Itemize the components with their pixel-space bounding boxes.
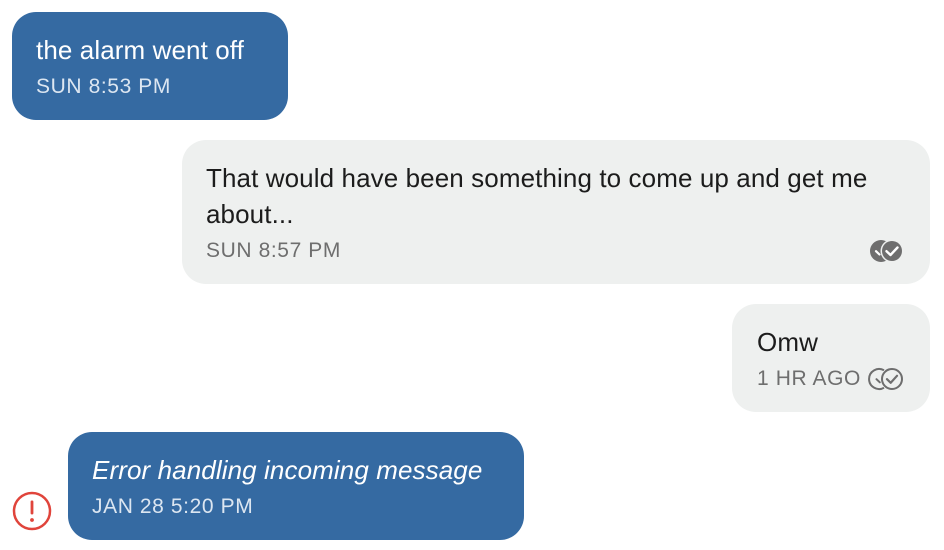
message-meta: SUN 8:57 PM — [206, 236, 906, 266]
message-thread: the alarm went off SUN 8:53 PM That woul… — [0, 0, 944, 550]
message-text: Error handling incoming message — [92, 455, 483, 485]
message-meta: JAN 28 5:20 PM — [92, 492, 500, 522]
double-check-filled-icon — [868, 239, 906, 263]
message-timestamp: JAN 28 5:20 PM — [92, 495, 254, 518]
double-check-outline-icon — [868, 367, 906, 391]
message-text: the alarm went off — [36, 35, 244, 65]
message-meta: SUN 8:53 PM — [36, 72, 264, 102]
error-alert-icon[interactable] — [12, 491, 52, 531]
incoming-message-bubble[interactable]: Error handling incoming message JAN 28 5… — [68, 432, 524, 540]
message-text: Omw — [757, 327, 818, 357]
message-timestamp: SUN 8:53 PM — [36, 75, 171, 98]
outgoing-message-bubble[interactable]: That would have been something to come u… — [182, 140, 930, 284]
message-timestamp: 1 HR AGO — [757, 367, 861, 390]
message-meta: 1 HR AGO — [757, 364, 906, 394]
message-text: That would have been something to come u… — [206, 163, 868, 229]
message-timestamp: SUN 8:57 PM — [206, 239, 341, 262]
incoming-message-bubble[interactable]: the alarm went off SUN 8:53 PM — [12, 12, 288, 120]
outgoing-message-bubble[interactable]: Omw 1 HR AGO — [732, 304, 930, 412]
